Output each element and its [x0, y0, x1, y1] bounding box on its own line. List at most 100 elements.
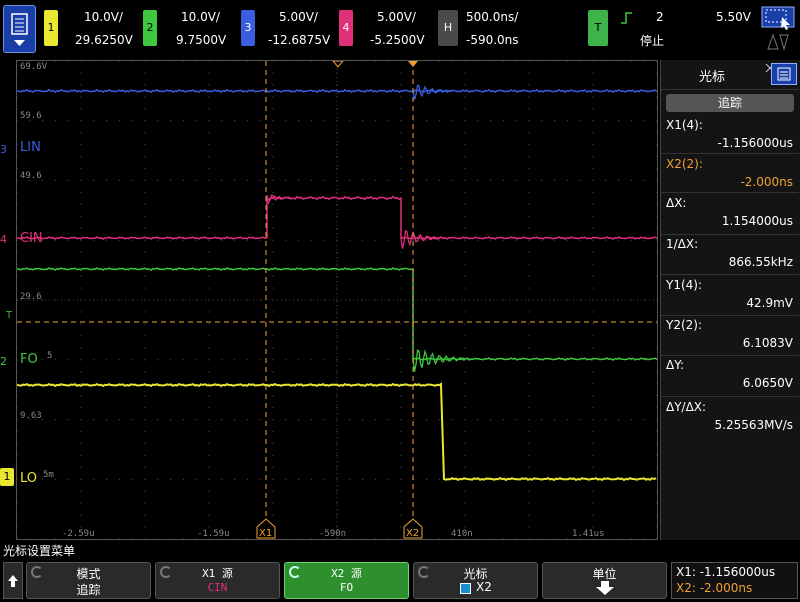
- grid-dot: [16, 60, 18, 62]
- grid-dot: [157, 180, 159, 181]
- grid-dot: [656, 419, 658, 420]
- ch3-ground-marker[interactable]: 3: [0, 138, 7, 157]
- grid-dot: [528, 72, 530, 74]
- grid-dot: [592, 311, 594, 313]
- grid-dot: [170, 478, 172, 480]
- grid-dot: [16, 263, 18, 265]
- grid-dot: [272, 227, 274, 229]
- grid-dot: [272, 239, 274, 241]
- grid-dot: [400, 191, 402, 193]
- ch1-ground-marker[interactable]: 1: [0, 468, 14, 486]
- grid-dot: [42, 180, 44, 181]
- grid-dot: [131, 60, 133, 62]
- grid-dot: [195, 180, 197, 181]
- grid-dot: [80, 419, 82, 420]
- grid-dot: [298, 478, 300, 480]
- channel-2-info[interactable]: 2 10.0V/ 9.7500V: [143, 0, 237, 58]
- main-menu-button[interactable]: [3, 5, 36, 53]
- grid-dot: [246, 538, 248, 540]
- grid-dot: [643, 299, 645, 301]
- horizontal-badge[interactable]: H: [438, 10, 458, 46]
- grid-dot: [656, 84, 658, 86]
- grid-dot: [554, 419, 556, 420]
- grid-dot: [426, 180, 428, 181]
- grid-dot: [144, 132, 146, 134]
- channel-4-info[interactable]: 4 5.00V/ -5.2500V: [339, 0, 433, 58]
- ch3-label-lin: LIN: [20, 140, 41, 155]
- grid-dot: [336, 335, 338, 337]
- softkey-mode[interactable]: 模式 追踪: [26, 562, 151, 599]
- grid-dot: [310, 60, 312, 62]
- channel-1-info[interactable]: 1 10.0V/ 29.6250V: [44, 0, 138, 58]
- grid-dot: [413, 419, 415, 420]
- grid-dot: [515, 60, 517, 62]
- softkey-cursor[interactable]: 光标 X2: [413, 562, 538, 599]
- grid-dot: [272, 490, 274, 492]
- grid-dot: [208, 526, 210, 528]
- grid-dot: [464, 383, 466, 385]
- grid-dot: [118, 538, 120, 540]
- grid-dot: [592, 168, 594, 170]
- grid-dot: [656, 466, 658, 468]
- grid-dot: [528, 347, 530, 349]
- grid-dot: [80, 526, 82, 528]
- grid-dot: [246, 359, 248, 361]
- grid-dot: [144, 359, 146, 361]
- grid-dot: [464, 108, 466, 110]
- grid-dot: [515, 180, 517, 181]
- grid-dot: [285, 120, 287, 122]
- grid-dot: [42, 359, 44, 361]
- grid-dot: [208, 430, 210, 432]
- channel-3-info[interactable]: 3 5.00V/ -12.6875V: [241, 0, 335, 58]
- grid-small-label: 5m: [43, 470, 54, 480]
- menu-back-button[interactable]: [3, 562, 23, 599]
- grid-dot: [477, 180, 479, 181]
- grid-dot: [464, 263, 466, 265]
- trigger-badge[interactable]: T: [588, 10, 608, 46]
- grid-dot: [349, 538, 351, 540]
- grid-dot: [144, 96, 146, 98]
- panel-list-button[interactable]: [771, 63, 797, 85]
- grid-dot: [93, 120, 95, 122]
- grid-dot: [464, 120, 466, 122]
- grid-dot: [259, 60, 261, 62]
- grid-dot: [259, 478, 261, 480]
- softkey-x2-source[interactable]: X2 源 FO: [284, 562, 409, 599]
- grid-dot: [656, 144, 658, 146]
- grid-dot: [528, 60, 530, 62]
- grid-dot: [336, 156, 338, 158]
- trigger-level-marker[interactable]: T: [6, 310, 12, 321]
- grid-dot: [285, 180, 287, 181]
- grid-dot: [592, 263, 594, 265]
- waveform-display[interactable]: LIN CIN FO LO 69.6V 59.6 49.6 29.6 9.63 5 5m -2.59u…: [16, 60, 658, 540]
- grid-dot: [272, 180, 274, 181]
- softkey-x1-source[interactable]: X1 源 CIN: [155, 562, 280, 599]
- grid-dot: [131, 538, 133, 540]
- ch2-ground-marker[interactable]: 2: [0, 350, 7, 369]
- grid-dot: [605, 419, 607, 420]
- grid-dot: [464, 72, 466, 74]
- grid-dot: [374, 538, 376, 540]
- grid-dot: [541, 180, 543, 181]
- grid-dot: [298, 299, 300, 301]
- touch-select-control[interactable]: [760, 5, 796, 53]
- grid-dot: [490, 538, 492, 540]
- track-button[interactable]: 追踪: [666, 94, 794, 112]
- grid-dot: [451, 60, 453, 62]
- grid-dot: [144, 227, 146, 229]
- grid-dot: [144, 502, 146, 504]
- grid-dot: [80, 120, 82, 122]
- grid-dot: [310, 359, 312, 361]
- grid-dot: [451, 180, 453, 181]
- grid-dot: [182, 538, 184, 540]
- grid-dot: [144, 108, 146, 110]
- softkey-units[interactable]: 单位: [542, 562, 667, 599]
- grid-dot: [630, 120, 632, 122]
- grid-dot: [272, 191, 274, 193]
- grid-dot: [656, 347, 658, 349]
- grid-dot: [605, 538, 607, 540]
- grid-dot: [259, 239, 261, 241]
- grid-dot: [566, 239, 568, 241]
- grid-dot: [477, 419, 479, 420]
- ch4-ground-marker[interactable]: 4: [0, 228, 7, 247]
